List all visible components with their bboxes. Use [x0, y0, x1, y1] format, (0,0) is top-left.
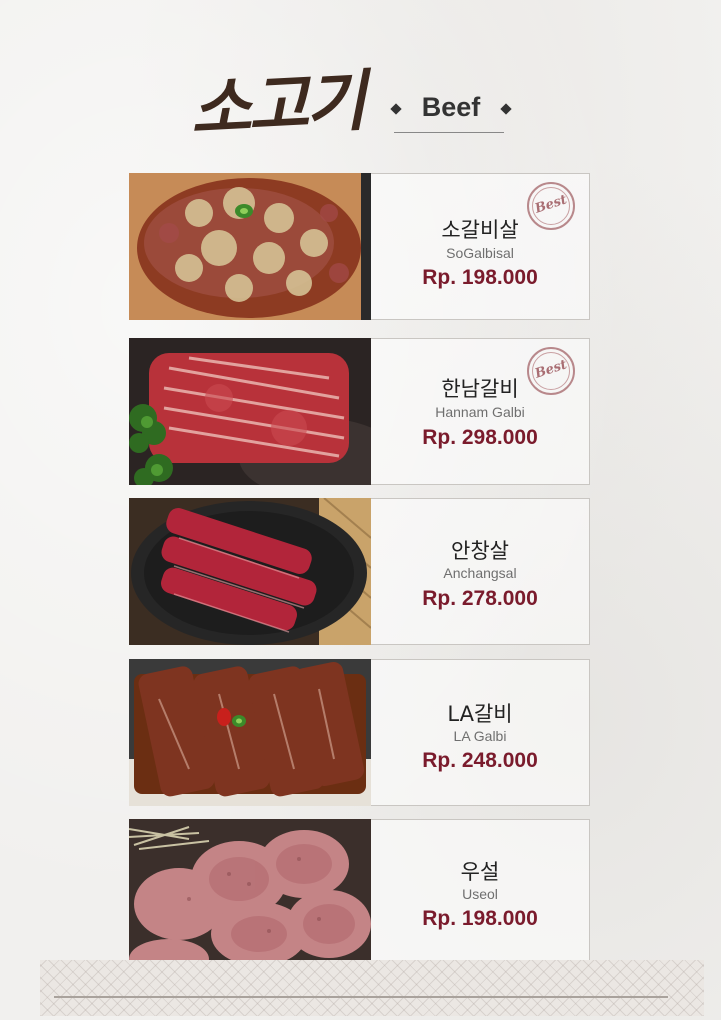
menu-item-hannam-galbi[interactable]: Best 한남갈비 Hannam Galbi Rp. 298.000 — [129, 338, 591, 485]
item-name-english: Anchangsal — [443, 565, 517, 581]
footer-divider — [54, 996, 668, 998]
item-price: Rp. 298.000 — [422, 426, 538, 449]
item-price: Rp. 278.000 — [422, 587, 538, 610]
menu-item-anchangsal[interactable]: 안창살 Anchangsal Rp. 278.000 — [129, 498, 591, 645]
useol-info: 우설 Useol Rp. 198.000 — [371, 819, 590, 966]
item-price: Rp. 198.000 — [422, 266, 538, 289]
hannam-galbi-info: Best 한남갈비 Hannam Galbi Rp. 298.000 — [371, 338, 590, 485]
item-price: Rp. 248.000 — [422, 749, 538, 772]
item-price: Rp. 198.000 — [422, 907, 538, 930]
item-name-korean: 안창살 — [451, 539, 509, 563]
item-name-english: Useol — [462, 886, 498, 902]
anchangsal-info: 안창살 Anchangsal Rp. 278.000 — [371, 498, 590, 645]
hannam-galbi-photo — [129, 338, 371, 485]
item-name-english: SoGalbisal — [446, 245, 514, 261]
useol-photo — [129, 819, 371, 966]
sogalbisal-photo — [129, 173, 371, 320]
section-title: Beef — [388, 88, 514, 136]
item-name-english: Hannam Galbi — [435, 404, 525, 420]
anchangsal-photo — [129, 498, 371, 645]
item-name-korean: 우설 — [460, 860, 500, 884]
item-name-korean: 소갈비살 — [441, 218, 519, 242]
item-name-korean: LA갈비 — [447, 702, 513, 726]
menu-item-useol[interactable]: 우설 Useol Rp. 198.000 — [129, 819, 591, 966]
la-galbi-photo — [129, 659, 371, 806]
title-underline — [394, 132, 504, 133]
menu-header: 소고기 Beef — [0, 0, 721, 160]
page-title-korean: 소고기 — [188, 61, 366, 149]
menu-item-la-galbi[interactable]: LA갈비 LA Galbi Rp. 248.000 — [129, 659, 591, 806]
item-name-korean: 한남갈비 — [441, 377, 519, 401]
menu-item-sogalbisal[interactable]: Best 소갈비살 SoGalbisal Rp. 198.000 — [129, 173, 591, 320]
page-title-english: Beef — [421, 92, 481, 122]
la-galbi-info: LA갈비 LA Galbi Rp. 248.000 — [371, 659, 590, 806]
item-name-english: LA Galbi — [453, 728, 507, 744]
sogalbisal-info: Best 소갈비살 SoGalbisal Rp. 198.000 — [371, 173, 590, 320]
footer-pattern — [40, 960, 704, 1016]
